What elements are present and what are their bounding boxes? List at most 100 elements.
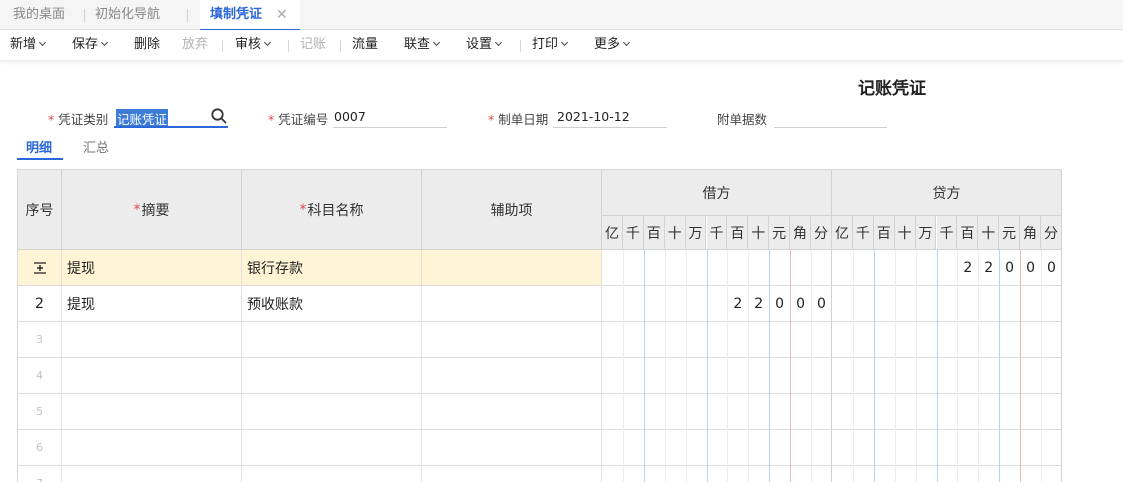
toolbar-button-7[interactable]: 联查: [404, 30, 441, 60]
row-summary[interactable]: [62, 394, 242, 430]
row-aux[interactable]: [422, 322, 602, 358]
row-credit-cell[interactable]: [832, 358, 1062, 394]
row-credit-cell[interactable]: [832, 394, 1062, 430]
voucher-number-input[interactable]: 0007: [334, 109, 366, 124]
toolbar-button-0[interactable]: 新增: [10, 30, 47, 60]
row-debit-cell[interactable]: [602, 322, 832, 358]
row-account[interactable]: [242, 358, 422, 394]
row-account[interactable]: [242, 430, 422, 466]
insert-row-icon[interactable]: [33, 261, 47, 275]
row-debit-cell[interactable]: [602, 394, 832, 430]
digit-column-line: [664, 250, 666, 482]
row-aux[interactable]: [422, 250, 602, 286]
credit-unit-header: 角: [1020, 216, 1041, 250]
digit-column-line: [894, 250, 896, 482]
debit-unit-header: 百: [643, 216, 665, 250]
toolbar-button-label: 联查: [404, 37, 431, 52]
row-seq: 6: [18, 430, 62, 466]
row-account[interactable]: [242, 466, 422, 482]
tab-my-desktop[interactable]: 我的桌面: [13, 0, 65, 30]
credit-unit-header: 分: [1041, 216, 1062, 250]
subtab-detail[interactable]: 明细: [26, 137, 52, 156]
credit-unit-header: 万: [915, 216, 937, 250]
toolbar-button-4[interactable]: 审核: [235, 30, 272, 60]
attachments-label: 附单据数: [717, 112, 768, 127]
row-aux[interactable]: [422, 430, 602, 466]
row-aux[interactable]: [422, 358, 602, 394]
digit-column-line: [811, 250, 812, 482]
toolbar-button-3[interactable]: 放弃: [182, 30, 208, 60]
debit-unit-header: 亿: [602, 216, 623, 250]
toolbar-button-8[interactable]: 设置: [466, 30, 503, 60]
voucher-type-label: * 凭证类别: [48, 112, 109, 127]
digit-column-line: [852, 250, 854, 482]
row-summary[interactable]: [62, 430, 242, 466]
header-account: * 科目名称: [242, 170, 422, 250]
row-debit-cell[interactable]: [602, 466, 832, 482]
debit-digit: 2: [733, 296, 743, 312]
debit-digit: 2: [754, 296, 764, 312]
required-mark: *: [299, 201, 307, 218]
toolbar-button-label: 打印: [532, 37, 559, 52]
chevron-down-icon: [494, 38, 503, 47]
row-summary[interactable]: [62, 322, 242, 358]
row-seq: 5: [18, 394, 62, 430]
debit-unit-header: 十: [748, 216, 770, 250]
debit-unit-header: 元: [769, 216, 791, 250]
voucher-title: 记账凭证: [858, 79, 926, 99]
toolbar-button-label: 更多: [594, 37, 621, 52]
credit-unit-header: 千: [852, 216, 874, 250]
row-debit-cell[interactable]: [602, 358, 832, 394]
toolbar-button-2[interactable]: 删除: [134, 30, 160, 60]
toolbar-button-5[interactable]: 记账: [300, 30, 326, 60]
row-summary[interactable]: 提现: [62, 250, 242, 286]
digit-column-line: [790, 250, 792, 482]
row-aux[interactable]: [422, 466, 602, 482]
voucher-date-underline: [553, 127, 667, 128]
voucher-grid: 序号 * 摘要 * 科目名称 辅助项 借方 贷方 亿千百十万千百十元角分亿千百十万千…: [17, 169, 1062, 482]
tab-divider: [84, 9, 85, 22]
voucher-date-input[interactable]: 2021-10-12: [557, 109, 630, 124]
toolbar-button-10[interactable]: 更多: [594, 30, 631, 60]
toolbar-button-label: 保存: [72, 37, 99, 52]
row-account[interactable]: 预收账款: [242, 286, 422, 322]
toolbar-button-1[interactable]: 保存: [72, 30, 109, 60]
row-credit-cell[interactable]: [832, 430, 1062, 466]
row-debit-cell[interactable]: [602, 250, 832, 286]
digit-column-line: [685, 250, 687, 482]
row-seq: 3: [18, 322, 62, 358]
row-account[interactable]: [242, 394, 422, 430]
credit-digit: 0: [1026, 260, 1035, 276]
toolbar-button-9[interactable]: 打印: [532, 30, 569, 60]
tab-bar: 我的桌面 初始化导航 填制凭证 ✕: [0, 0, 1123, 31]
row-debit-cell[interactable]: [602, 430, 832, 466]
row-summary[interactable]: [62, 358, 242, 394]
row-aux[interactable]: [422, 286, 602, 322]
row-account[interactable]: [242, 322, 422, 358]
row-seq: 4: [18, 358, 62, 394]
toolbar-divider: [288, 40, 289, 52]
digit-column-line: [748, 250, 750, 482]
required-mark: *: [133, 201, 141, 218]
chevron-down-icon: [263, 38, 272, 47]
header-credit: 贷方: [832, 170, 1062, 216]
row-credit-cell[interactable]: [832, 286, 1062, 322]
digit-column-line: [873, 250, 875, 482]
debit-unit-header: 千: [706, 216, 728, 250]
credit-digit: 2: [984, 260, 994, 276]
toolbar-button-6[interactable]: 流量: [352, 30, 378, 60]
row-credit-cell[interactable]: [832, 466, 1062, 482]
search-icon[interactable]: [210, 107, 228, 125]
tab-fill-voucher[interactable]: 填制凭证 ✕: [200, 0, 300, 31]
chevron-down-icon: [560, 38, 569, 47]
row-account[interactable]: 银行存款: [242, 250, 422, 286]
tab-init-nav[interactable]: 初始化导航: [95, 0, 160, 30]
row-aux[interactable]: [422, 394, 602, 430]
row-summary[interactable]: [62, 466, 242, 482]
row-credit-cell[interactable]: [832, 322, 1062, 358]
chevron-down-icon: [100, 38, 109, 47]
toolbar-divider: [222, 40, 223, 52]
row-summary[interactable]: 提现: [62, 286, 242, 322]
close-icon[interactable]: ✕: [276, 0, 288, 30]
subtab-summary[interactable]: 汇总: [83, 137, 109, 156]
